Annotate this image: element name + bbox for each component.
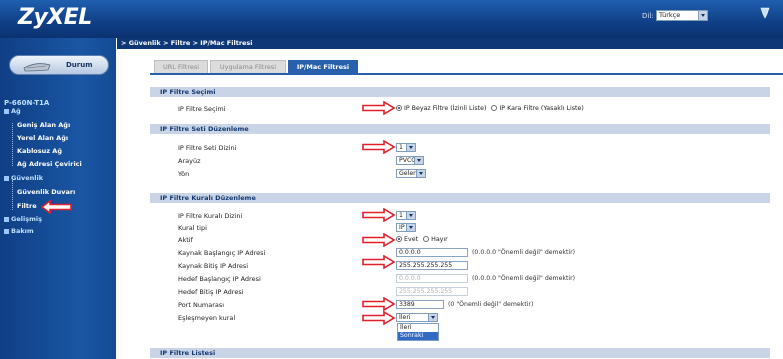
active-yes-radio[interactable] <box>396 236 402 242</box>
help-icon[interactable] <box>759 6 771 20</box>
src-end-ip-input[interactable]: 255.255.255.255 <box>396 261 468 270</box>
white-filter-radio[interactable] <box>396 105 402 111</box>
sidebar-item-nat[interactable]: Ağ Adresi Çevirici <box>17 160 82 168</box>
src-end-label: Kaynak Bitiş IP Adresi <box>178 262 249 270</box>
port-input[interactable]: 3389 <box>396 300 444 309</box>
chevron-down-icon[interactable] <box>406 224 415 231</box>
router-icon <box>23 63 51 72</box>
chevron-down-icon[interactable] <box>406 212 415 219</box>
active-radios: Evet Hayır <box>396 236 448 243</box>
sidebar-group-security[interactable]: Güvenlik <box>4 174 43 182</box>
black-filter-label: IP Kara Filtre (Yasaklı Liste) <box>499 105 584 112</box>
language-select[interactable]: Türkçe <box>656 10 708 21</box>
annotation-arrow-icon <box>362 233 396 247</box>
dst-start-note: (0.0.0.0 "Önemli değil" demektir) <box>472 275 576 282</box>
annotation-arrow-icon <box>362 101 396 115</box>
top-header: ZyXEL Dil: Türkçe <box>0 0 783 38</box>
section-filter-set: IP Filtre Seti Düzenleme <box>150 124 770 134</box>
port-label: Port Numarası <box>178 301 225 309</box>
unmatched-dropdown-list: İleri Sonraki <box>397 323 439 341</box>
sidebar-item-wireless[interactable]: Kablosuz Ağ <box>17 147 62 155</box>
unmatched-label: Eşleşmeyen kural <box>178 314 236 322</box>
set-index-label: IP Filtre Seti Dizini <box>178 144 237 152</box>
expand-icon <box>4 216 9 222</box>
expand-icon <box>4 228 9 234</box>
chevron-down-icon[interactable] <box>414 157 423 164</box>
dst-end-label: Hedef Bitiş IP Adresi <box>178 288 244 296</box>
tab-application-filter[interactable]: Uygulama Filtresi <box>210 60 286 73</box>
tab-underline <box>150 73 783 75</box>
dropdown-option-next[interactable]: Sonraki <box>398 332 438 340</box>
chevron-down-icon[interactable] <box>416 170 425 177</box>
tab-ip-mac-filter[interactable]: IP/Mac Filtresi <box>288 60 358 73</box>
src-start-ip-input[interactable]: 0.0.0.0 <box>396 248 468 257</box>
dst-end-ip-input[interactable]: 255.255.255.255 <box>396 287 468 296</box>
direction-label: Yön <box>178 170 190 178</box>
expand-icon <box>4 108 9 114</box>
section-filter-list: IP Filtre Listesi <box>150 348 770 358</box>
src-start-note: (0.0.0.0 "Önemli değil" demektir) <box>472 249 576 256</box>
sidebar-group-maintenance[interactable]: Bakım <box>4 227 34 235</box>
chevron-down-icon[interactable] <box>406 144 415 151</box>
dst-start-ip-input[interactable]: 0.0.0.0 <box>396 274 468 283</box>
sidebar-group-network[interactable]: Ağ <box>4 107 21 115</box>
language-label: Dil: <box>642 12 654 20</box>
tree-line <box>12 123 13 166</box>
rule-index-label: IP Filtre Kuralı Dizini <box>178 212 243 220</box>
active-no-label: Hayır <box>431 236 448 243</box>
chevron-down-icon[interactable] <box>428 314 437 321</box>
filter-select-label: IP Filtre Seçimi <box>178 105 226 113</box>
annotation-arrow-icon <box>362 208 396 222</box>
home-status-button[interactable]: Durum <box>9 55 109 75</box>
annotation-arrow-icon <box>40 200 72 214</box>
active-label: Aktif <box>178 236 193 244</box>
tree-line <box>12 180 13 210</box>
black-filter-radio[interactable] <box>491 105 498 111</box>
sidebar-item-wan[interactable]: Geniş Alan Ağı <box>17 121 70 129</box>
chevron-down-icon[interactable] <box>698 11 707 20</box>
port-note: (0 "Önemli değil" demektir) <box>448 301 534 308</box>
rule-index-select[interactable]: 1 <box>396 211 416 220</box>
sidebar-item-filter[interactable]: Filtre <box>17 202 37 210</box>
rule-type-select[interactable]: IP <box>396 223 416 232</box>
content-panel: IP Filtre Seçimi IP Filtre Seçimi IP Bey… <box>150 82 783 359</box>
language-value: Türkçe <box>659 11 681 19</box>
zyxel-logo: ZyXEL <box>18 5 92 30</box>
annotation-arrow-icon <box>362 255 396 269</box>
filter-select-radios: IP Beyaz Filtre (İzinli Liste) IP Kara F… <box>396 105 584 112</box>
white-filter-label: IP Beyaz Filtre (İzinli Liste) <box>404 105 487 112</box>
set-index-select[interactable]: 1 <box>396 143 416 152</box>
expand-icon <box>4 175 9 181</box>
direction-select[interactable]: Gelen <box>396 169 426 178</box>
section-filter-select: IP Filtre Seçimi <box>150 87 770 97</box>
interface-label: Arayüz <box>178 157 201 165</box>
section-filter-rule: IP Filtre Kuralı Düzenleme <box>150 193 770 203</box>
rule-type-label: Kural tipi <box>178 224 207 232</box>
annotation-arrow-icon <box>362 311 396 325</box>
active-no-radio[interactable] <box>423 236 430 242</box>
sidebar-item-lan[interactable]: Yerel Alan Ağı <box>17 134 68 142</box>
unmatched-select[interactable]: İleri <box>396 313 438 322</box>
sidebar: Durum P-660N-T1A Ağ Geniş Alan Ağı Yerel… <box>0 38 116 359</box>
src-start-label: Kaynak Başlangıç IP Adresi <box>178 249 266 257</box>
dropdown-option-forward[interactable]: İleri <box>398 324 438 332</box>
device-model: P-660N-T1A <box>4 99 50 107</box>
tab-url-filter[interactable]: URL Filtresi <box>154 60 208 73</box>
dst-start-label: Hedef Başlangıç IP Adresi <box>178 275 261 283</box>
home-label: Durum <box>66 61 93 69</box>
active-yes-label: Evet <box>404 236 419 243</box>
annotation-arrow-icon <box>362 140 396 154</box>
annotation-arrow-icon <box>362 297 396 311</box>
interface-select[interactable]: PVC0 <box>396 156 424 165</box>
sidebar-group-advanced[interactable]: Gelişmiş <box>4 215 42 223</box>
sidebar-item-firewall[interactable]: Güvenlik Duvarı <box>17 188 75 196</box>
breadcrumb: > Güvenlik > Filtre > IP/Mac Filtresi <box>117 38 783 49</box>
